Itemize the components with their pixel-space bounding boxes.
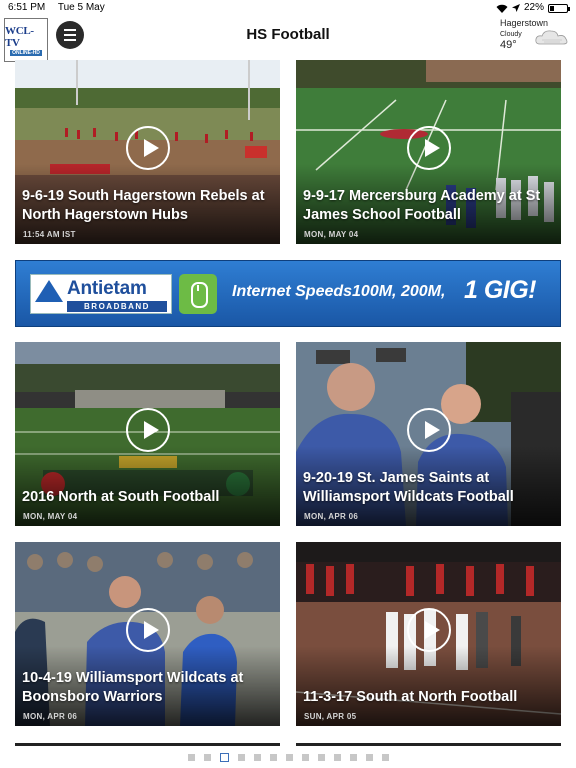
ad-banner[interactable]: Antietam BROADBAND Internet Speeds100M, …: [15, 260, 561, 327]
play-icon[interactable]: [125, 608, 170, 652]
page-dot[interactable]: [317, 753, 325, 761]
status-left: 6:51 PM Tue 5 May: [8, 0, 115, 16]
video-date: MON, MAY 04: [23, 512, 78, 521]
battery-percent: 22%: [523, 2, 544, 13]
video-date: MON, MAY 04: [304, 230, 359, 239]
weather-condition: Cloudy: [500, 31, 522, 38]
video-title: 10-4-19 Williamsport Wildcats at Boonsbo…: [22, 670, 244, 705]
page-dot[interactable]: [285, 753, 293, 761]
battery-icon: [548, 3, 570, 13]
page-dot[interactable]: [301, 753, 309, 761]
computer-mouse-icon: [179, 274, 217, 314]
ad-logo: Antietam BROADBAND: [30, 274, 172, 314]
video-date: MON, APR 06: [23, 712, 78, 721]
logo-subtext: ONLINE-HD: [10, 49, 42, 56]
play-icon[interactable]: [406, 408, 451, 452]
video-tile[interactable]: 2016 North at South Football MON, MAY 04: [15, 342, 280, 526]
video-title: 11-3-17 South at North Football: [303, 689, 518, 705]
page-dot[interactable]: [269, 753, 277, 761]
page-dot[interactable]: [349, 753, 357, 761]
video-title: 9-9-17 Mercersburg Academy at St James S…: [303, 188, 541, 223]
status-time: 6:51 PM: [8, 2, 46, 13]
app-header: WCL-TV ONLINE-HD HS Football Hagerstown …: [0, 16, 576, 62]
video-tile[interactable]: 10-4-19 Williamsport Wildcats at Boonsbo…: [15, 542, 280, 726]
video-date: MON, APR 06: [304, 512, 359, 521]
play-icon[interactable]: [406, 126, 451, 170]
page-dot[interactable]: [203, 753, 211, 761]
page-dot[interactable]: [365, 753, 373, 761]
video-tile[interactable]: 9-9-17 Mercersburg Academy at St James S…: [296, 60, 561, 244]
battery-fill: [550, 5, 554, 11]
ad-tagline: Internet Speeds100M, 200M,: [232, 283, 446, 300]
ad-brand-sub: BROADBAND: [67, 301, 167, 312]
wifi-icon: [496, 4, 508, 13]
video-title: 9-20-19 St. James Saints at Williamsport…: [303, 470, 514, 505]
play-icon[interactable]: [125, 408, 170, 452]
video-tile[interactable]: 9-6-19 South Hagerstown Rebels at North …: [15, 60, 280, 244]
next-row-peek: [296, 743, 561, 746]
page-indicator[interactable]: [0, 752, 576, 762]
page-dot[interactable]: [333, 753, 341, 761]
weather-city: Hagerstown: [500, 18, 549, 28]
mountain-logo-icon: [35, 280, 63, 302]
next-row-peek: [15, 743, 280, 746]
video-title: 2016 North at South Football: [22, 489, 220, 505]
page-dot[interactable]: [253, 753, 261, 761]
status-bar: 6:51 PM Tue 5 May 22%: [0, 0, 576, 16]
play-icon[interactable]: [406, 608, 451, 652]
location-icon: [511, 4, 520, 12]
status-right: 22%: [496, 0, 570, 16]
page-dot[interactable]: [187, 753, 195, 761]
page-dot[interactable]: [237, 753, 245, 761]
status-date: Tue 5 May: [57, 2, 105, 13]
page-dot[interactable]: [381, 753, 389, 761]
video-title: 9-6-19 South Hagerstown Rebels at North …: [22, 188, 265, 223]
page-dot-active[interactable]: [219, 752, 229, 762]
page-title: HS Football: [246, 26, 330, 43]
weather-widget[interactable]: Hagerstown Cloudy 49°: [500, 18, 570, 62]
weather-temperature: 49°: [500, 39, 517, 51]
cloud-icon: [534, 28, 570, 53]
video-date: 11:54 AM IST: [23, 230, 76, 239]
ad-highlight: 1 GIG!: [464, 276, 537, 304]
video-tile[interactable]: 9-20-19 St. James Saints at Williamsport…: [296, 342, 561, 526]
video-tile[interactable]: 11-3-17 South at North Football SUN, APR…: [296, 542, 561, 726]
video-date: SUN, APR 05: [304, 712, 357, 721]
ad-brand: Antietam: [67, 278, 147, 299]
play-icon[interactable]: [125, 126, 170, 170]
